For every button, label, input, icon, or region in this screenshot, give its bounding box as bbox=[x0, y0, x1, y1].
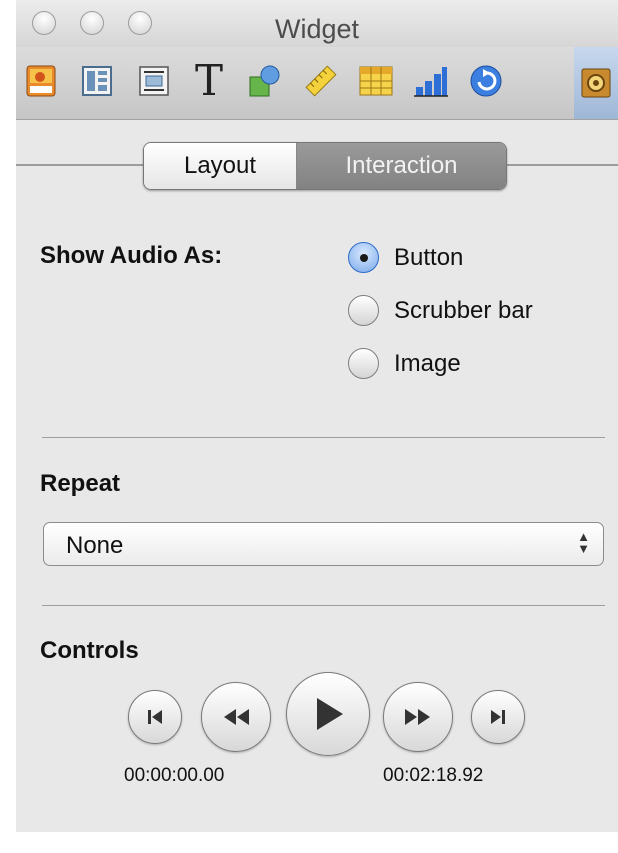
skip-to-end-button[interactable] bbox=[471, 690, 525, 744]
section-divider bbox=[42, 437, 605, 438]
radio-selected-dot bbox=[360, 254, 368, 262]
fast-forward-icon bbox=[405, 709, 430, 725]
tab-layout[interactable]: Layout bbox=[144, 143, 297, 189]
radio-scrubber-option[interactable] bbox=[348, 295, 379, 326]
start-time: 00:00:00.00 bbox=[124, 765, 225, 786]
rewind-button[interactable] bbox=[201, 682, 271, 752]
table-icon bbox=[359, 66, 393, 96]
rewind-icon bbox=[224, 709, 249, 725]
widget-gear-icon bbox=[581, 68, 611, 98]
text-icon: T bbox=[194, 56, 223, 105]
toolbar-table-button[interactable] bbox=[356, 61, 396, 101]
fast-forward-button[interactable] bbox=[383, 682, 453, 752]
controls-label: Controls bbox=[40, 637, 139, 664]
inspector-toolbar: T bbox=[16, 47, 618, 120]
section-divider bbox=[42, 605, 605, 606]
toolbar-widget-button[interactable] bbox=[574, 47, 618, 119]
link-icon bbox=[470, 65, 502, 97]
shapes-icon bbox=[249, 65, 280, 97]
skip-forward-icon bbox=[491, 710, 505, 724]
radio-button-option[interactable] bbox=[348, 242, 379, 273]
tab-interaction[interactable]: Interaction bbox=[297, 143, 506, 189]
toolbar-layout-button[interactable] bbox=[77, 61, 117, 101]
show-audio-label: Show Audio As: bbox=[40, 242, 223, 269]
radio-image-option[interactable] bbox=[348, 348, 379, 379]
end-time: 00:02:18.92 bbox=[383, 765, 484, 786]
radio-label-image[interactable]: Image bbox=[394, 350, 461, 378]
title-bar: Widget bbox=[16, 0, 618, 47]
select-arrows-icon: ▲ ▼ bbox=[577, 529, 590, 556]
image-icon bbox=[26, 65, 56, 97]
toolbar-chart-button[interactable] bbox=[411, 61, 451, 101]
play-icon bbox=[317, 698, 343, 730]
play-button[interactable] bbox=[286, 672, 370, 756]
radio-label-button[interactable]: Button bbox=[394, 244, 463, 272]
inspector-window: Widget T Layout Interaction Show Audio A… bbox=[16, 0, 618, 832]
skip-back-icon bbox=[148, 710, 162, 724]
radio-label-scrubber[interactable]: Scrubber bar bbox=[394, 297, 533, 325]
toolbar-text-button[interactable]: T bbox=[189, 56, 229, 105]
wrap-icon bbox=[139, 66, 169, 96]
chart-icon bbox=[414, 67, 448, 97]
window-title: Widget bbox=[274, 14, 360, 44]
toolbar-media-button[interactable] bbox=[21, 61, 61, 101]
toolbar-wrap-button[interactable] bbox=[134, 61, 174, 101]
skip-to-start-button[interactable] bbox=[128, 690, 182, 744]
toolbar-link-button[interactable] bbox=[466, 61, 506, 101]
repeat-select-value: None bbox=[66, 532, 124, 559]
ruler-icon bbox=[305, 65, 337, 97]
toolbar-metrics-button[interactable] bbox=[301, 61, 341, 101]
repeat-select[interactable]: None ▲ ▼ bbox=[43, 522, 604, 566]
repeat-label: Repeat bbox=[40, 470, 121, 497]
inspector-tabs: Layout Interaction bbox=[143, 142, 507, 190]
layout-icon bbox=[82, 66, 112, 96]
toolbar-graphic-button[interactable] bbox=[245, 61, 285, 101]
